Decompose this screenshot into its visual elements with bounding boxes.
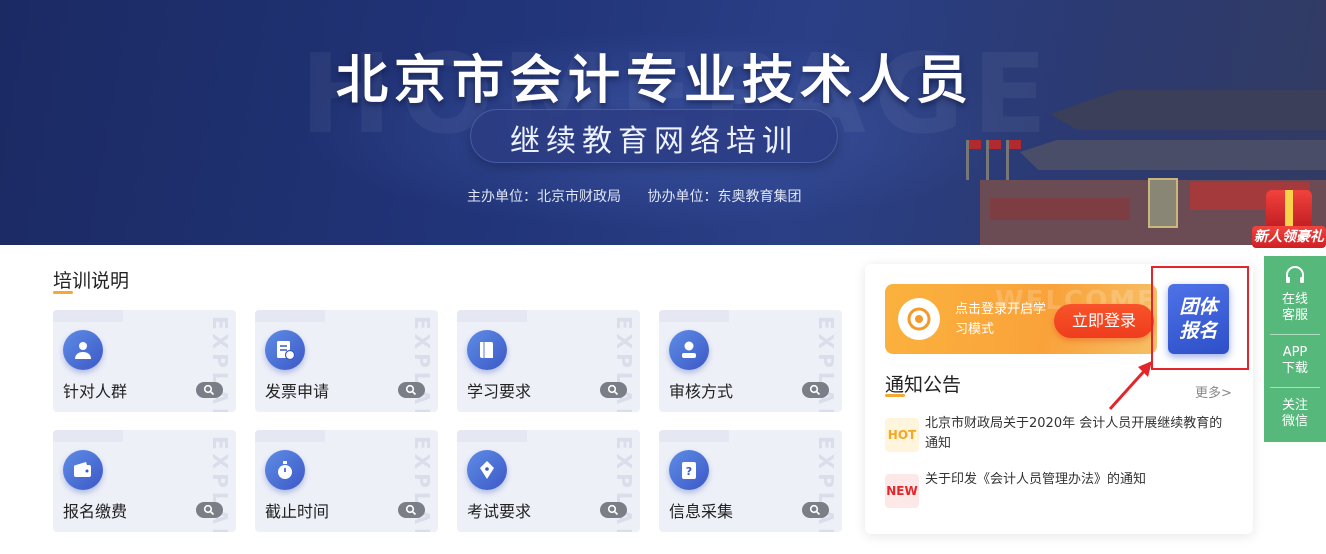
sidebar-label: 关注 (1281, 398, 1308, 413)
folder-tab (53, 430, 123, 442)
card-exam-requirements[interactable]: EXPLAIN 考试要求 (457, 430, 640, 532)
page: HOMEPAGE 北京市会计专业技术人员 继续教育网络培训 主办单位：北京市财政… (0, 0, 1326, 554)
card-label: 考试要求 (467, 502, 532, 521)
sidebar-label: 客服 (1281, 308, 1308, 323)
headset-icon (1286, 266, 1304, 283)
search-icon[interactable] (398, 382, 425, 398)
host-organizer: 主办单位：北京市财政局 (467, 189, 621, 205)
svg-text:?: ? (686, 465, 692, 478)
title-underline (53, 291, 73, 294)
online-service-button[interactable]: 在线 客服 (1264, 264, 1326, 324)
app-download-button[interactable]: APP 下载 (1264, 345, 1326, 377)
card-review-method[interactable]: EXPLAIN 审核方式 (659, 310, 842, 412)
title-underline (885, 394, 905, 397)
folder-tab (659, 430, 729, 442)
card-label: 审核方式 (669, 382, 734, 401)
card-label: 学习要求 (467, 382, 532, 401)
divider (1270, 387, 1320, 388)
pen-icon (467, 450, 507, 490)
banner-title: 北京市会计专业技术人员 (335, 51, 974, 111)
gift-ribbon (1285, 190, 1293, 228)
gift-label: 新人领豪礼 (1252, 226, 1326, 248)
notice-text[interactable]: 北京市财政局关于2020年 会计人员开展继续教育的通知 (925, 414, 1235, 454)
banner-subtitle: 继续教育网络培训 (510, 124, 798, 159)
annotation-arrow-icon (1108, 361, 1152, 411)
flag (986, 140, 1001, 180)
search-icon[interactable] (398, 502, 425, 518)
flag (1006, 140, 1021, 180)
search-icon[interactable] (600, 382, 627, 398)
folder-tab (53, 310, 123, 322)
card-label: 截止时间 (265, 502, 330, 521)
card-label: 发票申请 (265, 382, 330, 401)
training-section-title: 培训说明 (53, 270, 130, 292)
search-icon[interactable] (802, 382, 829, 398)
hero-banner: HOMEPAGE 北京市会计专业技术人员 继续教育网络培训 主办单位：北京市财政… (0, 0, 1326, 245)
search-icon[interactable] (196, 502, 223, 518)
card-label: 报名缴费 (63, 502, 128, 521)
notice-text[interactable]: 关于印发《会计人员管理办法》的通知 (925, 470, 1235, 490)
card-invoice-request[interactable]: EXPLAIN 发票申请 (255, 310, 438, 412)
search-icon[interactable] (802, 502, 829, 518)
people-icon (63, 330, 103, 370)
card-label: 针对人群 (63, 382, 128, 401)
notice-section-title: 通知公告 (885, 374, 962, 396)
more-notices-link[interactable]: 更多> (1195, 382, 1232, 401)
wallet-icon (63, 450, 103, 490)
hot-badge: HOT (885, 418, 919, 452)
folder-tab (255, 310, 325, 322)
new-badge: NEW (885, 474, 919, 508)
divider (1270, 334, 1320, 335)
gate-roof-lower (1020, 140, 1326, 170)
folder-tab (457, 310, 527, 322)
card-info-collection[interactable]: EXPLAIN ? 信息采集 (659, 430, 842, 532)
sidebar-label: 下载 (1281, 361, 1308, 376)
search-icon[interactable] (196, 382, 223, 398)
folder-tab (255, 430, 325, 442)
gate-sign-left (990, 198, 1130, 220)
sidebar-label: APP (1282, 345, 1308, 360)
sidebar-label: 在线 (1281, 292, 1308, 307)
invoice-icon (265, 330, 305, 370)
question-clipboard-icon: ? (669, 450, 709, 490)
search-icon[interactable] (600, 502, 627, 518)
book-icon (467, 330, 507, 370)
floating-sidebar: 在线 客服 APP 下载 关注 微信 (1264, 256, 1326, 442)
flag (966, 140, 981, 180)
folder-tab (659, 310, 729, 322)
card-target-audience[interactable]: EXPLAIN 针对人群 (53, 310, 236, 412)
follow-wechat-button[interactable]: 关注 微信 (1264, 398, 1326, 430)
logo-icon (898, 298, 940, 340)
login-prompt: 点击登录开启学习模式 (955, 302, 1047, 337)
flags (960, 140, 1040, 180)
gate-portrait (1148, 178, 1178, 228)
folder-tab (457, 430, 527, 442)
user-check-icon (669, 330, 709, 370)
card-registration-payment[interactable]: EXPLAIN 报名缴费 (53, 430, 236, 532)
organizers: 主办单位：北京市财政局 协办单位：东奥教育集团 (467, 186, 823, 206)
card-deadline[interactable]: EXPLAIN 截止时间 (255, 430, 438, 532)
sidebar-label: 微信 (1281, 414, 1308, 429)
card-label: 信息采集 (669, 502, 734, 521)
stopwatch-icon (265, 450, 305, 490)
co-host-organizer: 协办单位：东奥教育集团 (647, 189, 802, 205)
highlight-box (1151, 266, 1249, 370)
new-user-gift-badge[interactable]: 新人领豪礼 (1252, 190, 1326, 256)
login-button[interactable]: 立即登录 (1054, 304, 1154, 338)
card-study-requirements[interactable]: EXPLAIN 学习要求 (457, 310, 640, 412)
